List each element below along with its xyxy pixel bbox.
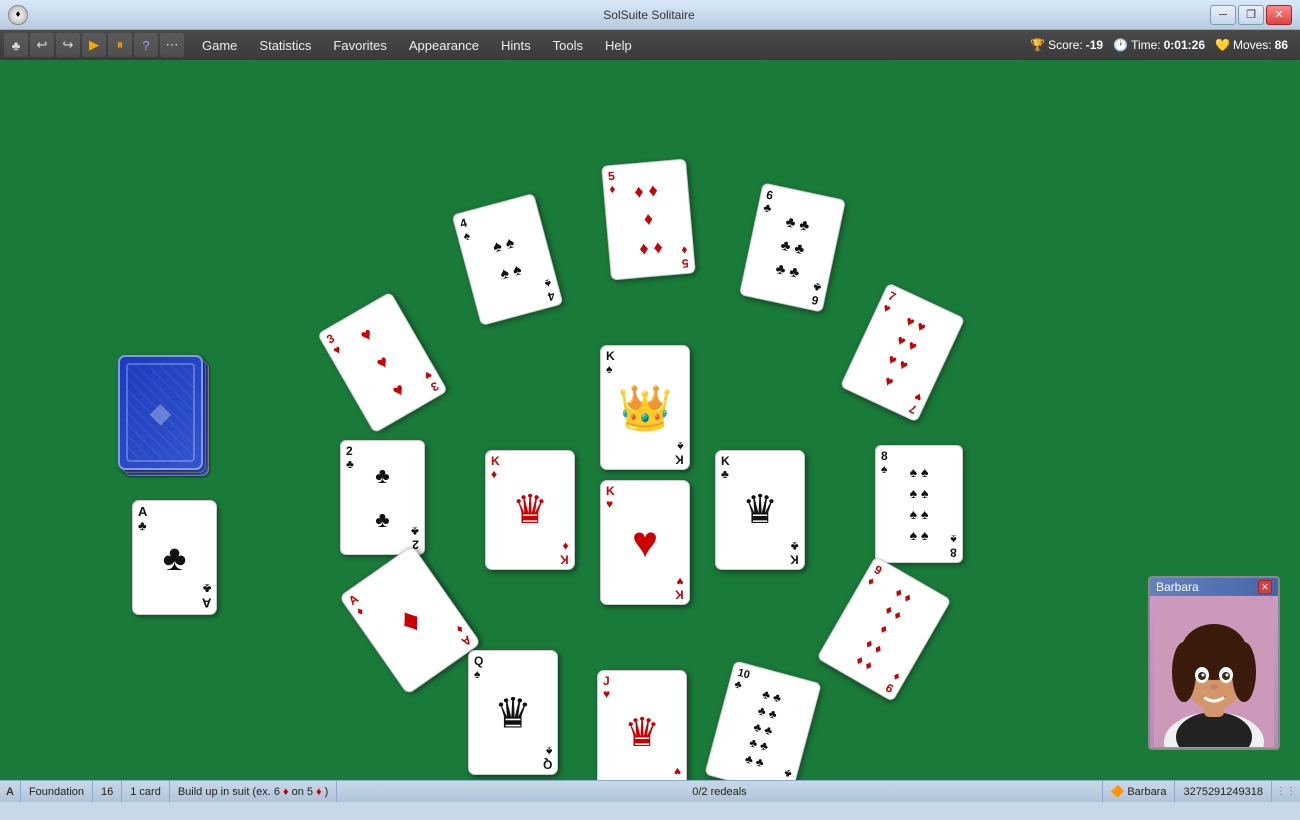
two-of-clubs[interactable]: 2♣ 2♣ ♣♣ <box>340 440 425 555</box>
ace-of-clubs[interactable]: A♣ A♣ ♣ <box>132 500 217 615</box>
toolbar-icon-4[interactable]: ▶ <box>82 33 106 57</box>
score-display: 🏆 Score: -19 <box>1030 38 1103 52</box>
restore-button[interactable]: ❐ <box>1238 5 1264 25</box>
game-area[interactable]: ◆ A♣ A♣ ♣ K♠ K♠ 👑 K♥ K♥ ♥ J♥ J♥ ♛ 5♦ 5♦ … <box>0 60 1300 780</box>
time-label: Time: <box>1131 38 1161 52</box>
menu-item-tools[interactable]: Tools <box>543 34 593 57</box>
status-player: 🔶 Barbara <box>1103 781 1176 802</box>
barbara-photo <box>1150 596 1278 748</box>
menu-item-help[interactable]: Help <box>595 34 642 57</box>
toolbar-icon-3[interactable]: ↪ <box>56 33 80 57</box>
four-of-spades[interactable]: 4♠ 4♠ ♠ ♠♠ ♠ <box>452 193 564 326</box>
status-game-number: 3275291249318 <box>1175 781 1272 802</box>
king-of-diamonds[interactable]: K♦ K♦ ♛ <box>485 450 575 570</box>
king-of-spades-center[interactable]: K♠ K♠ 👑 <box>600 345 690 470</box>
statusbar: A Foundation 16 1 card Build up in suit … <box>0 780 1300 802</box>
window-title: SolSuite Solitaire <box>88 8 1210 22</box>
status-resize[interactable]: ⋮⋮ <box>1272 781 1300 802</box>
menu-item-statistics[interactable]: Statistics <box>249 34 321 57</box>
six-of-clubs-upper-right[interactable]: 6♣ 6♣ ♣ ♣♣ ♣♣ ♣ <box>739 182 846 312</box>
toolbar-icon-6[interactable]: ? <box>134 33 158 57</box>
barbara-panel-title: Barbara ✕ <box>1150 578 1278 596</box>
status-count: 16 <box>93 781 122 802</box>
menu-item-game[interactable]: Game <box>192 34 247 57</box>
window-controls: ─ ❐ ✕ <box>1210 5 1292 25</box>
score-label: Score: <box>1048 38 1083 52</box>
ace-of-diamonds-lower[interactable]: A♦ A♦ ♦ <box>339 545 482 695</box>
toolbar-icon-5[interactable]: ⏸ <box>108 33 132 57</box>
toolbar-icon-2[interactable]: ↩ <box>30 33 54 57</box>
time-display: 🕐 Time: 0:01:26 <box>1113 38 1205 52</box>
menu-item-hints[interactable]: Hints <box>491 34 541 57</box>
status-icon: A <box>0 781 21 802</box>
menu-item-appearance[interactable]: Appearance <box>399 34 489 57</box>
king-of-clubs-right[interactable]: K♣ K♣ ♛ <box>715 450 805 570</box>
seven-of-hearts-right[interactable]: 7♥ 7♥ ♥ ♥♥ ♥♥ ♥♥ <box>840 282 966 422</box>
score-value: -19 <box>1086 38 1103 52</box>
five-of-diamonds-top[interactable]: 5♦ 5♦ ♦ ♦♦♦ ♦ <box>601 159 696 281</box>
status-redeals: 0/2 redeals <box>337 781 1102 802</box>
close-button[interactable]: ✕ <box>1266 5 1292 25</box>
barbara-panel: Barbara ✕ <box>1148 576 1280 750</box>
eight-of-spades[interactable]: 8♠ 8♠ ♠ ♠♠ ♠♠ ♠♠ ♠ <box>875 445 963 563</box>
moves-value: 86 <box>1275 38 1288 52</box>
menu-item-favorites[interactable]: Favorites <box>323 34 396 57</box>
moves-icon: 💛 <box>1215 38 1230 52</box>
king-of-hearts-center[interactable]: K♥ K♥ ♥ <box>600 480 690 605</box>
toolbar-icons: ♣ ↩ ↪ ▶ ⏸ ? ⋯ <box>4 33 184 57</box>
jack-of-hearts-bottom[interactable]: J♥ J♥ ♛ <box>597 670 687 780</box>
trophy-icon: 🏆 <box>1030 38 1045 52</box>
card-deck[interactable]: ◆ <box>118 355 203 470</box>
toolbar-icon-7[interactable]: ⋯ <box>160 33 184 57</box>
minimize-button[interactable]: ─ <box>1210 5 1236 25</box>
status-card-count: 1 card <box>122 781 170 802</box>
moves-label: Moves: <box>1233 38 1272 52</box>
time-value: 0:01:26 <box>1164 38 1205 52</box>
status-right: 🏆 Score: -19 🕐 Time: 0:01:26 💛 Moves: 86 <box>1030 38 1296 52</box>
menubar: ♣ ↩ ↪ ▶ ⏸ ? ⋯ Game Statistics Favorites … <box>0 30 1300 60</box>
status-build-hint: Build up in suit (ex. 6 ♦ on 5 ♦ ) <box>170 781 337 802</box>
nine-of-diamonds-right[interactable]: 9♦ 9♦ ♦ ♦♦ ♦♦♦ ♦♦ ♦ <box>816 556 951 702</box>
barbara-close-button[interactable]: ✕ <box>1258 580 1272 594</box>
toolbar-icon-1[interactable]: ♣ <box>4 33 28 57</box>
queen-of-spades[interactable]: Q♠ Q♠ ♛ <box>468 650 558 775</box>
titlebar: ♦ SolSuite Solitaire ─ ❐ ✕ <box>0 0 1300 30</box>
ten-of-clubs-bottom[interactable]: 10♣ 10♣ ♣ ♣♣ ♣♣ ♣♣ ♣♣ ♣ <box>704 660 821 780</box>
three-of-hearts[interactable]: 3♥ 3♥ ♥♥♥ <box>317 291 448 433</box>
status-foundation: Foundation <box>21 781 93 802</box>
clock-icon: 🕐 <box>1113 38 1128 52</box>
app-logo: ♦ <box>8 5 28 25</box>
moves-display: 💛 Moves: 86 <box>1215 38 1288 52</box>
